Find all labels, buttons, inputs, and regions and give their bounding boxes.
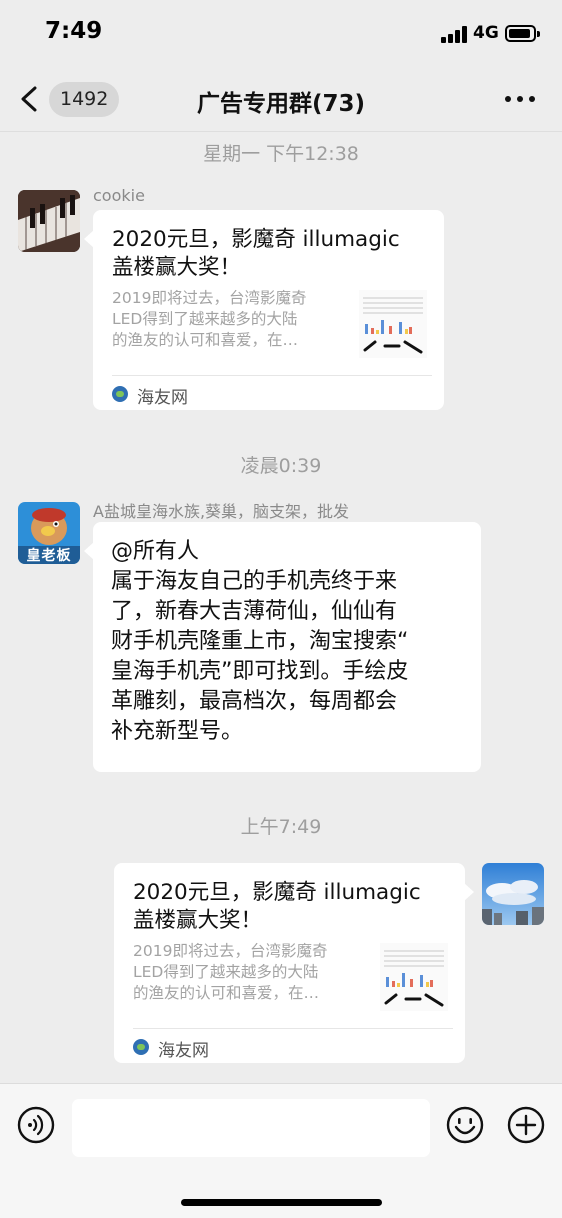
- voice-icon[interactable]: [17, 1106, 55, 1144]
- piano-keys-avatar-image: [18, 190, 80, 252]
- avatar[interactable]: 皇老板: [18, 502, 80, 564]
- status-bar: 7:49 4G: [0, 0, 562, 66]
- nav-bar: 1492 广告专用群(73): [0, 66, 562, 132]
- signal-icon: [441, 26, 467, 43]
- avatar-caption: 皇老板: [26, 548, 72, 564]
- card-description: 2019即将过去，台湾影魔奇 LED得到了越来越多的大陆 的渔友的认可和喜爱，在…: [133, 942, 328, 1002]
- link-card[interactable]: 2020元旦，影魔奇 illumagic 盖楼赢大奖！ 2019即将过去，台湾影…: [114, 863, 474, 1063]
- card-description: 2019即将过去，台湾影魔奇 LED得到了越来越多的大陆 的渔友的认可和喜爱，在…: [112, 289, 307, 349]
- card-title: 2020元旦，影魔奇 illumagic 盖楼赢大奖！: [112, 227, 400, 280]
- input-bar: [0, 1083, 562, 1218]
- message-input[interactable]: [72, 1099, 430, 1157]
- sky-avatar-image: [482, 863, 544, 925]
- sender-name: A盐城皇海水族,葵巢，脑支架，批发: [93, 502, 350, 521]
- more-icon[interactable]: [505, 96, 535, 102]
- battery-icon: [505, 25, 540, 42]
- avatar[interactable]: [482, 863, 544, 925]
- link-card[interactable]: 2020元旦，影魔奇 illumagic 盖楼赢大奖！ 2019即将过去，台湾影…: [84, 210, 444, 410]
- plus-icon[interactable]: [507, 1106, 545, 1144]
- network-type: 4G: [473, 23, 499, 43]
- emoji-icon[interactable]: [446, 1106, 484, 1144]
- chat-title: 广告专用群(73): [196, 91, 366, 117]
- message-bubble[interactable]: @所有人 属于海友自己的手机壳终于来 了，新春大吉薄荷仙，仙仙有 财手机壳隆重上…: [84, 522, 481, 772]
- message-text: @所有人 属于海友自己的手机壳终于来 了，新春大吉薄荷仙，仙仙有 财手机壳隆重上…: [111, 539, 409, 744]
- card-title: 2020元旦，影魔奇 illumagic 盖楼赢大奖！: [133, 880, 421, 933]
- globe-icon: [133, 1039, 149, 1055]
- card-thumbnail-image: [380, 943, 448, 1011]
- avatar[interactable]: [18, 190, 80, 252]
- sender-name: cookie: [93, 186, 145, 205]
- home-indicator: [181, 1199, 382, 1206]
- timestamp: 上午7:49: [240, 816, 322, 838]
- globe-icon: [112, 386, 128, 402]
- timestamp: 星期一 下午12:38: [203, 143, 359, 165]
- status-time: 7:49: [45, 18, 103, 44]
- card-thumbnail-image: [359, 290, 427, 358]
- timestamp: 凌晨0:39: [240, 455, 322, 477]
